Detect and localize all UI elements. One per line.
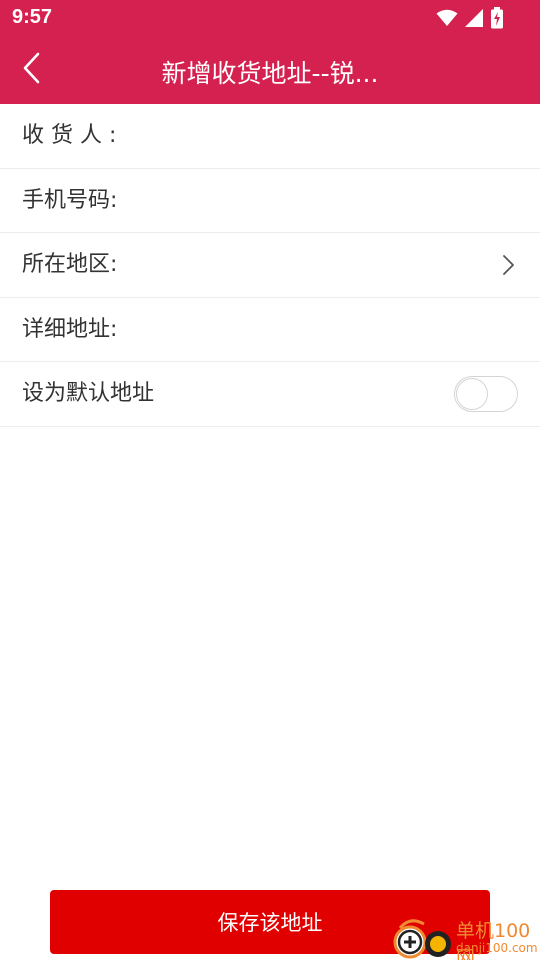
phone-row: 手机号码: <box>0 168 540 233</box>
toolbar: 新增收货地址--锐... <box>0 36 540 104</box>
default-address-row: 设为默认地址 <box>0 362 540 427</box>
app-header: 9:57 新增收货地址--锐... <box>0 0 540 104</box>
address-form: 收 货 人 : 手机号码: 所在地区: 详细地址: 设为默认地址 <box>0 104 540 427</box>
recipient-label: 收 货 人 : <box>22 123 117 148</box>
phone-label: 手机号码: <box>22 187 118 213</box>
default-address-label: 设为默认地址 <box>22 381 155 406</box>
status-icons <box>436 6 504 30</box>
recipient-row: 收 货 人 : <box>0 104 540 169</box>
watermark: 单机100网 danji100.com <box>390 914 540 960</box>
phone-input[interactable] <box>140 180 480 221</box>
watermark-logo-icon <box>390 918 452 960</box>
recipient-input[interactable] <box>140 116 480 156</box>
address-label: 详细地址: <box>22 316 118 342</box>
address-row: 详细地址: <box>0 297 540 362</box>
watermark-url: danji100.com <box>456 941 538 955</box>
back-button[interactable] <box>12 50 52 90</box>
wifi-icon <box>436 9 458 27</box>
region-row[interactable]: 所在地区: <box>0 233 540 298</box>
status-time: 9:57 <box>12 6 53 28</box>
toggle-knob <box>456 378 488 410</box>
battery-charging-icon <box>490 7 504 29</box>
page-title: 新增收货地址--锐... <box>161 59 379 88</box>
signal-icon <box>464 8 484 28</box>
chevron-right-icon[interactable] <box>496 253 520 277</box>
region-label: 所在地区: <box>22 252 118 277</box>
address-input[interactable] <box>140 309 480 350</box>
chevron-left-icon <box>22 52 42 88</box>
status-bar: 9:57 <box>0 0 540 36</box>
default-address-toggle[interactable] <box>454 376 518 412</box>
